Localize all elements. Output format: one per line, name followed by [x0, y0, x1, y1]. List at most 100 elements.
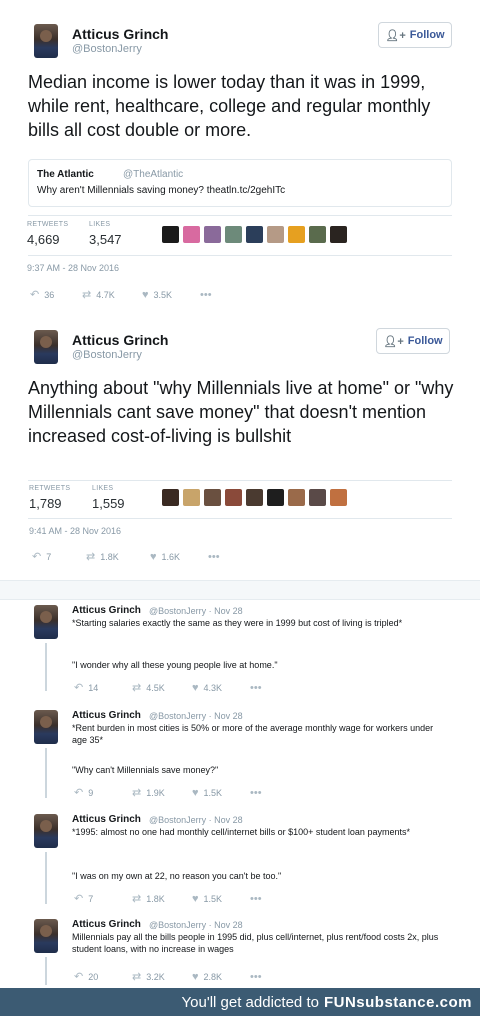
more-icon: ••• [250, 892, 262, 905]
follow-button[interactable]: 👤︎+ Follow [376, 328, 450, 354]
author-name[interactable]: Atticus Grinch [72, 332, 168, 348]
retweet-action[interactable]: ⇄ 1.8K [86, 550, 150, 563]
like-action[interactable]: ♥ 1.5K [192, 893, 250, 905]
liker-avatar[interactable] [204, 226, 221, 243]
liker-avatar[interactable] [246, 489, 263, 506]
liker-avatar[interactable] [162, 489, 179, 506]
thread-reply[interactable]: Atticus Grinch @BostonJerry · Nov 28 *Re… [0, 710, 480, 810]
more-button[interactable]: ••• [250, 893, 262, 905]
reply-author-name[interactable]: Atticus Grinch [72, 605, 141, 616]
more-button[interactable]: ••• [250, 682, 262, 694]
reply-actions: ↶ 20 ⇄ 3.2K ♥ 2.8K ••• [74, 970, 262, 984]
like-action[interactable]: ♥ 2.8K [192, 971, 250, 983]
like-count: 1.5K [203, 787, 223, 798]
liker-avatar[interactable] [330, 489, 347, 506]
heart-icon: ♥ [192, 681, 199, 694]
retweet-action[interactable]: ⇄ 1.9K [132, 786, 192, 799]
avatar[interactable] [34, 24, 58, 58]
reply-text-quote: "Why can't Millennials save money?" [72, 765, 219, 775]
reply-count: 20 [88, 971, 99, 982]
reply-count: 7 [46, 551, 52, 562]
liker-avatar[interactable] [183, 226, 200, 243]
retweet-count: 1.8K [100, 551, 119, 562]
reply-action[interactable]: ↶ 20 [74, 970, 132, 983]
liker-avatar[interactable] [330, 226, 347, 243]
avatar[interactable] [34, 710, 58, 744]
quoted-author-handle: @TheAtlantic [123, 169, 184, 180]
reply-action[interactable]: ↶ 9 [74, 786, 132, 799]
like-action[interactable]: ♥ 4.3K [192, 682, 250, 694]
reply-author-name[interactable]: Atticus Grinch [72, 919, 141, 930]
retweet-count: 1.9K [146, 787, 165, 798]
retweet-action[interactable]: ⇄ 3.2K [132, 970, 192, 983]
divider [28, 255, 452, 256]
liker-avatar[interactable] [204, 489, 221, 506]
reply-action[interactable]: ↶ 36 [30, 288, 82, 301]
avatar[interactable] [34, 330, 58, 364]
author-handle[interactable]: @BostonJerry [72, 43, 142, 55]
follow-person-icon: 👤︎+ [383, 335, 404, 348]
like-action[interactable]: ♥ 3.5K [142, 289, 200, 301]
liker-avatar[interactable] [267, 226, 284, 243]
liker-avatar[interactable] [267, 489, 284, 506]
section-divider [0, 580, 480, 600]
liker-avatar[interactable] [309, 489, 326, 506]
more-icon: ••• [200, 288, 212, 301]
retweet-icon: ⇄ [132, 971, 142, 983]
reply-action[interactable]: ↶ 7 [74, 892, 132, 905]
more-button[interactable]: ••• [250, 787, 262, 799]
liker-avatar[interactable] [309, 226, 326, 243]
author-name[interactable]: Atticus Grinch [72, 26, 168, 42]
retweet-action[interactable]: ⇄ 4.7K [82, 288, 142, 301]
timestamp[interactable]: 9:41 AM - 28 Nov 2016 [29, 526, 121, 536]
likes-count[interactable]: 3,547 [89, 232, 122, 247]
like-count: 1.5K [203, 893, 223, 904]
retweet-count: 4.7K [96, 289, 115, 300]
like-action[interactable]: ♥ 1.5K [192, 787, 250, 799]
follow-label: Follow [407, 335, 443, 347]
liker-avatar[interactable] [288, 226, 305, 243]
like-count: 3.5K [153, 289, 173, 300]
retweets-count[interactable]: 4,669 [27, 232, 60, 247]
more-button[interactable]: ••• [200, 289, 212, 301]
timestamp[interactable]: 9:37 AM - 28 Nov 2016 [27, 263, 119, 273]
liker-avatar[interactable] [225, 226, 242, 243]
liker-avatar[interactable] [246, 226, 263, 243]
like-action[interactable]: ♥ 1.6K [150, 551, 208, 563]
liker-avatar[interactable] [183, 489, 200, 506]
thread-reply[interactable]: Atticus Grinch @BostonJerry · Nov 28 *St… [0, 605, 480, 705]
retweets-count[interactable]: 1,789 [29, 496, 62, 511]
reply-action[interactable]: ↶ 14 [74, 681, 132, 694]
avatar[interactable] [34, 919, 58, 953]
author-handle[interactable]: @BostonJerry [72, 349, 142, 361]
quoted-tweet-card[interactable]: The Atlantic @TheAtlantic Why aren't Mil… [28, 159, 452, 207]
avatar[interactable] [34, 814, 58, 848]
reply-meta: @BostonJerry · Nov 28 [149, 711, 243, 721]
retweet-action[interactable]: ⇄ 4.5K [132, 681, 192, 694]
liker-avatar[interactable] [225, 489, 242, 506]
watermark-banner[interactable]: You'll get addicted to FUNsubstance.com [0, 988, 480, 1016]
more-button[interactable]: ••• [250, 971, 262, 983]
more-icon: ••• [250, 681, 262, 694]
thread-reply[interactable]: Atticus Grinch @BostonJerry · Nov 28 Mil… [0, 919, 480, 987]
liker-avatar[interactable] [288, 489, 305, 506]
retweet-action[interactable]: ⇄ 1.8K [132, 892, 192, 905]
reply-text: *Rent burden in most cities is 50% or mo… [72, 723, 434, 745]
likes-count[interactable]: 1,559 [92, 496, 125, 511]
liker-avatar[interactable] [162, 226, 179, 243]
reply-text: Millennials pay all the bills people in … [72, 932, 439, 954]
reply-action[interactable]: ↶ 7 [32, 550, 86, 563]
retweet-icon: ⇄ [132, 787, 142, 799]
follow-button[interactable]: 👤︎+ Follow [378, 22, 452, 48]
more-button[interactable]: ••• [208, 551, 220, 563]
like-count: 4.3K [203, 682, 223, 693]
reply-author-name[interactable]: Atticus Grinch [72, 814, 141, 825]
thread-reply[interactable]: Atticus Grinch @BostonJerry · Nov 28 *19… [0, 814, 480, 914]
tweet-text: Median income is lower today than it was… [28, 72, 431, 140]
retweet-count: 1.8K [146, 893, 165, 904]
reply-icon: ↶ [74, 682, 84, 694]
reply-icon: ↶ [74, 971, 84, 983]
avatar[interactable] [34, 605, 58, 639]
more-icon: ••• [250, 970, 262, 983]
reply-author-name[interactable]: Atticus Grinch [72, 710, 141, 721]
